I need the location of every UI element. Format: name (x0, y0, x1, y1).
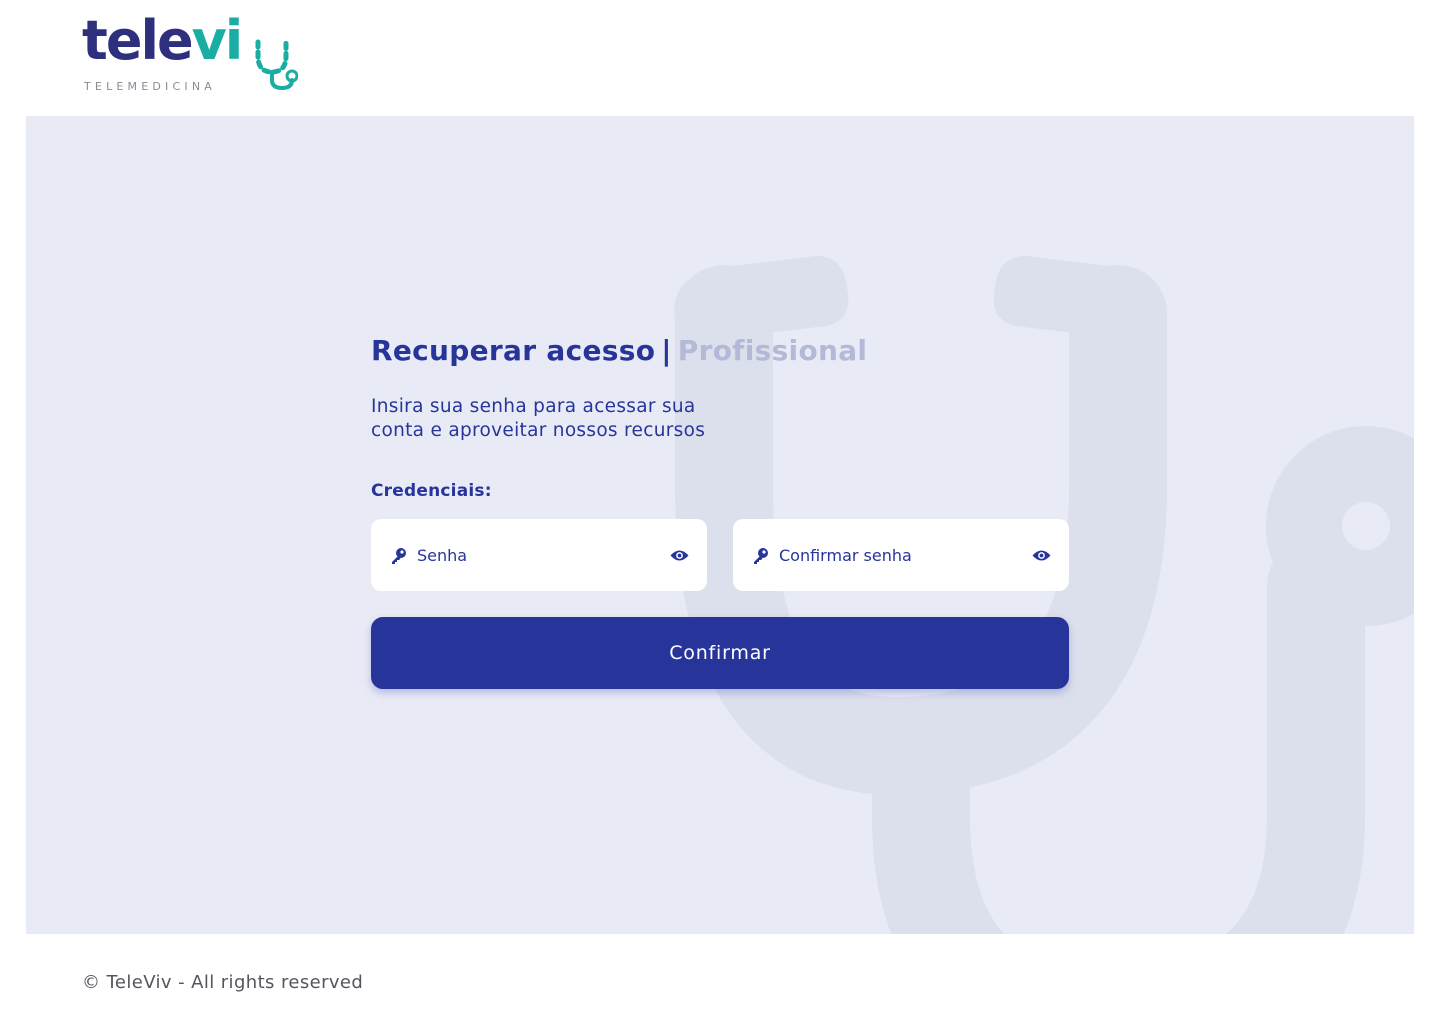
title-separator: | (661, 334, 672, 367)
logo-word-dark: tele (82, 9, 194, 72)
page-subtitle: Insira sua senha para acessar sua conta … (371, 396, 706, 441)
confirm-button[interactable]: Confirmar (371, 617, 1069, 689)
stethoscope-icon (255, 39, 298, 91)
confirm-password-field[interactable] (733, 519, 1069, 591)
main-panel: Recuperar acesso | Profissional Insira sua… (26, 116, 1414, 934)
password-input[interactable] (417, 540, 669, 570)
confirm-password-input[interactable] (779, 540, 1031, 570)
logo-subtitle: TELEMEDICINA (84, 80, 216, 93)
logo-wordmark: televi (82, 14, 243, 68)
footer-copyright: © TeleViv - All rights reserved (82, 972, 364, 993)
eye-icon[interactable] (1031, 548, 1051, 562)
televiv-logo[interactable]: televi TELEMEDICINA (82, 14, 302, 96)
key-icon (751, 546, 769, 564)
title-role: Profissional (677, 334, 868, 367)
recover-access-form: Recuperar acesso | Profissional Insira sua… (371, 334, 1069, 689)
key-icon (389, 546, 407, 564)
eye-icon[interactable] (669, 548, 689, 562)
logo-word-teal: vi (191, 9, 244, 72)
page: televi TELEMEDICINA Recuperar acesso | Pro… (0, 0, 1440, 1024)
password-fields (371, 519, 1069, 591)
password-field[interactable] (371, 519, 707, 591)
page-title: Recuperar acesso | Profissional (371, 334, 1069, 367)
title-text: Recuperar acesso (371, 334, 656, 367)
credentials-label: Credenciais: (371, 481, 492, 501)
